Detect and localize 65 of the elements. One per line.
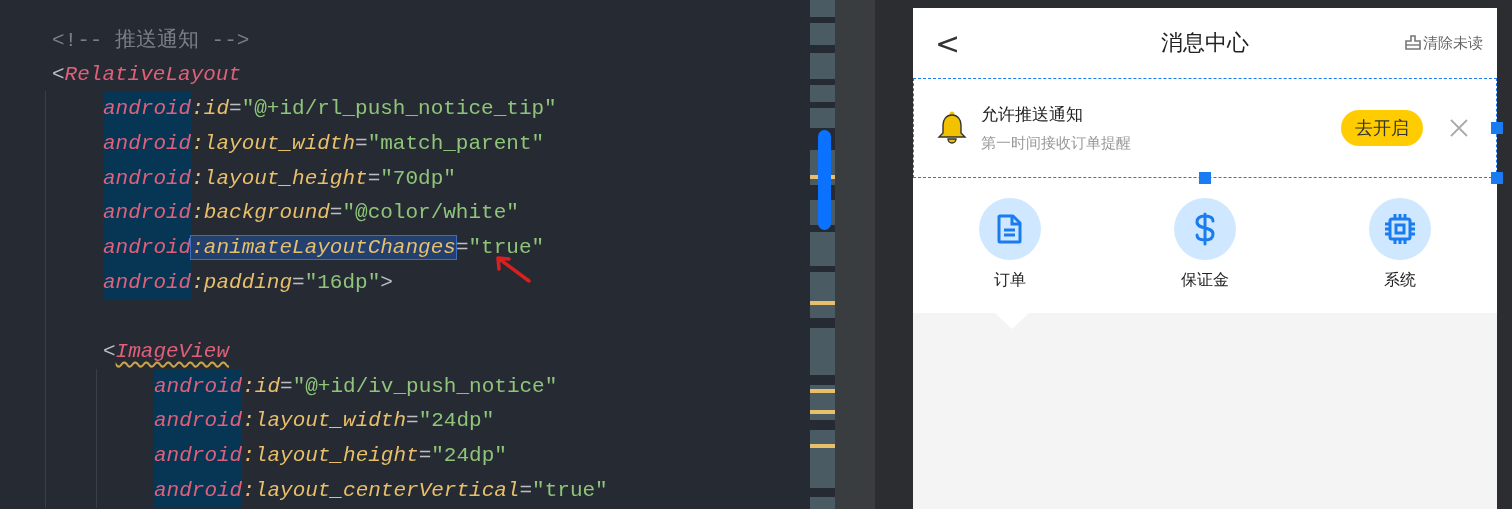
chip-icon: [1383, 212, 1417, 246]
code-token: android: [154, 438, 243, 473]
code-token: "16dp": [304, 270, 381, 294]
code-token: =: [418, 444, 432, 468]
code-token: =: [329, 201, 343, 225]
category-label: 系统: [1384, 270, 1416, 291]
code-token: :layout_width: [242, 409, 407, 433]
code-token: =: [229, 97, 242, 121]
code-token: "match_parent": [367, 131, 545, 155]
bell-icon: [937, 111, 967, 145]
code-token: <: [52, 62, 65, 86]
back-button[interactable]: <: [935, 25, 975, 61]
code-token: android: [103, 195, 192, 231]
scroll-thumb[interactable]: [818, 130, 831, 230]
category-label: 订单: [994, 270, 1026, 291]
code-token: android: [103, 126, 192, 161]
code-token: "@+id/rl_push_notice_tip": [241, 97, 557, 121]
code-token: ImageView: [115, 340, 230, 364]
code-token: :animateLayoutChanges: [191, 235, 456, 259]
code-token: >: [380, 270, 393, 294]
close-icon[interactable]: [1449, 118, 1469, 138]
code-token: =: [367, 166, 381, 190]
code-token: =: [355, 131, 368, 155]
code-token: android: [103, 230, 192, 265]
code-token: :id: [242, 374, 281, 398]
code-token: RelativeLayout: [64, 62, 242, 86]
resize-handle[interactable]: [1491, 122, 1503, 134]
enable-button[interactable]: 去开启: [1341, 110, 1423, 146]
clear-unread-button[interactable]: 清除未读: [1405, 33, 1483, 53]
code-token: =: [455, 235, 469, 259]
code-token: :layout_height: [242, 444, 419, 468]
broom-icon: [1405, 35, 1421, 51]
dollar-icon: [1193, 212, 1217, 246]
code-token: =: [406, 409, 419, 433]
code-token: :layout_width: [191, 131, 356, 155]
code-token: :layout_height: [191, 166, 368, 190]
code-token: "true": [468, 235, 545, 259]
resize-handle[interactable]: [1199, 172, 1211, 184]
code-token: =: [280, 374, 293, 398]
code-token: :padding: [191, 270, 293, 294]
code-token: android: [103, 264, 192, 300]
code-token: android: [103, 91, 192, 127]
code-token: "@color/white": [342, 201, 519, 225]
code-token: =: [292, 270, 305, 294]
code-token: android: [103, 160, 192, 196]
code-token: :layout_centerVertical: [242, 478, 520, 502]
code-token: "24dp": [431, 444, 507, 468]
banner-subtitle: 第一时间接收订单提醒: [981, 134, 1131, 153]
code-token: =: [519, 478, 533, 502]
code-token: :background: [191, 201, 330, 225]
resize-handle[interactable]: [1491, 172, 1503, 184]
code-token: <: [103, 340, 116, 364]
code-token: android: [154, 403, 243, 439]
code-token: android: [154, 368, 243, 404]
code-token: "24dp": [418, 409, 495, 433]
code-token: "@+id/iv_push_notice": [292, 374, 558, 398]
code-token: "70dp": [380, 166, 456, 190]
page-title: 消息中心: [1161, 30, 1249, 55]
code-comment: <!-- 推送通知 -->: [52, 27, 250, 54]
code-token: :id: [191, 97, 230, 121]
document-icon: [996, 214, 1024, 244]
category-label: 保证金: [1181, 270, 1229, 291]
code-token: android: [154, 472, 243, 508]
banner-title: 允许推送通知: [981, 103, 1084, 126]
code-token: "true": [532, 478, 608, 502]
